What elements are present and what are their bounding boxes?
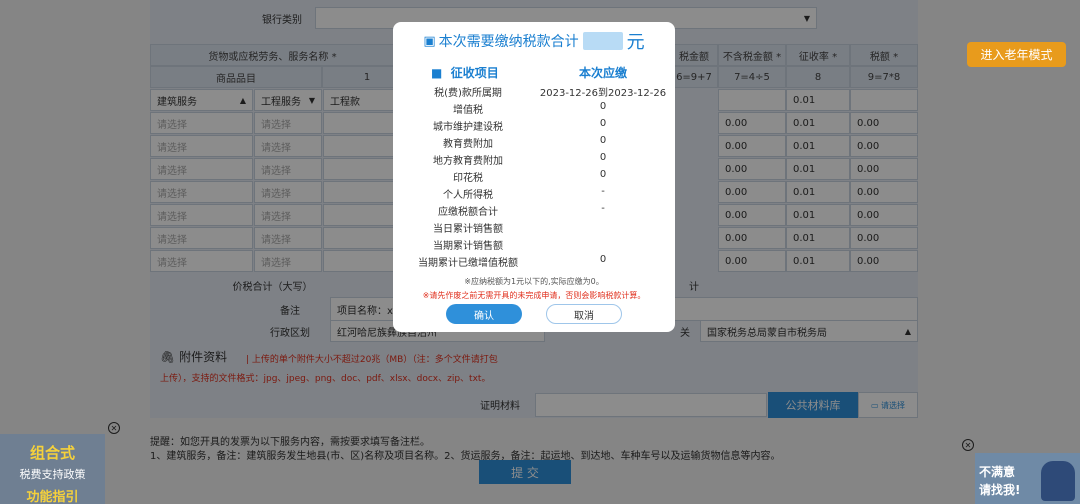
modal-row-item: 当期累计销售额 [433,241,503,252]
modal-note1: ※应纳税额为1元以下的,实际应缴为0。 [464,277,604,286]
feedback-banner[interactable]: 不满意 请找我! [975,453,1080,504]
modal-row-item: 当日累计销售额 [433,224,503,235]
modal-row: 当期累计已缴增值税额 0 [393,254,675,270]
modal-row-item: 当期累计已缴增值税额 [418,258,518,269]
modal-row: 增值税 0 [393,101,675,117]
modal-row-value: 0 [599,118,607,129]
banner-left-line2: 税费支持政策 [19,468,86,481]
modal-row-item: 个人所得税 [443,190,493,201]
modal-row-value: 2023-12-26到2023-12-26 [539,88,667,99]
modal-row-value: 0 [599,101,607,112]
elder-mode-button[interactable]: 进入老年模式 [967,42,1066,67]
modal-row: 税(费)款所属期 2023-12-26到2023-12-26 [393,84,675,100]
cancel-button[interactable]: 取消 [546,304,622,324]
modal-row: 当日累计销售额 [393,220,675,236]
modal-row-item: 印花税 [453,173,483,184]
modal-row: 教育费附加 0 [393,135,675,151]
modal-title: ▣ 本次需要缴纳税款合计 元 [393,28,675,54]
policy-guide-banner[interactable]: 组合式 税费支持政策 功能指引 [0,434,105,504]
modal-row-item: 教育费附加 [443,139,493,150]
modal-row-item: 税(费)款所属期 [434,88,502,99]
modal-row-item: 城市维护建设税 [433,122,503,133]
modal-row-item: 地方教育费附加 [433,156,503,167]
banner-right-line2: 请找我! [979,483,1021,497]
col-due-heading: 本次应缴 [579,66,628,80]
modal-row: 地方教育费附加 0 [393,152,675,168]
confirm-button[interactable]: 确认 [446,304,522,324]
modal-row: 印花税 0 [393,169,675,185]
col-item-heading: ■ 征收项目 [431,66,499,80]
banner-left-line3: 功能指引 [26,490,79,504]
tax-confirm-modal: ▣ 本次需要缴纳税款合计 元 ■ 征收项目 本次应缴 税(费)款所属期 2023-… [393,22,675,332]
banner-right-line1: 不满意 [979,465,1016,479]
modal-row: 当期累计销售额 [393,237,675,253]
mascot-icon [1041,461,1075,501]
receipt-icon: ▣ [423,33,436,49]
modal-row: 应缴税额合计 - [393,203,675,219]
square-bullet-icon: ■ [431,66,443,80]
modal-row: 城市维护建设税 0 [393,118,675,134]
masked-amount [582,32,623,50]
banner-left-line1: 组合式 [29,444,75,462]
modal-row-value: - [601,186,605,197]
modal-row-value: - [601,203,605,214]
currency-unit: 元 [626,32,645,53]
modal-row-value: 0 [599,254,607,265]
modal-row-value: 0 [599,135,607,146]
modal-note2: ※请先作废之前无需开具的未完成申请，否则会影响税款计算。 [422,291,646,300]
modal-row-value: 0 [599,152,607,163]
modal-row: 个人所得税 - [393,186,675,202]
modal-row-value: 0 [599,169,607,180]
modal-row-item: 应缴税额合计 [438,207,498,218]
modal-row-item: 增值税 [453,105,483,116]
